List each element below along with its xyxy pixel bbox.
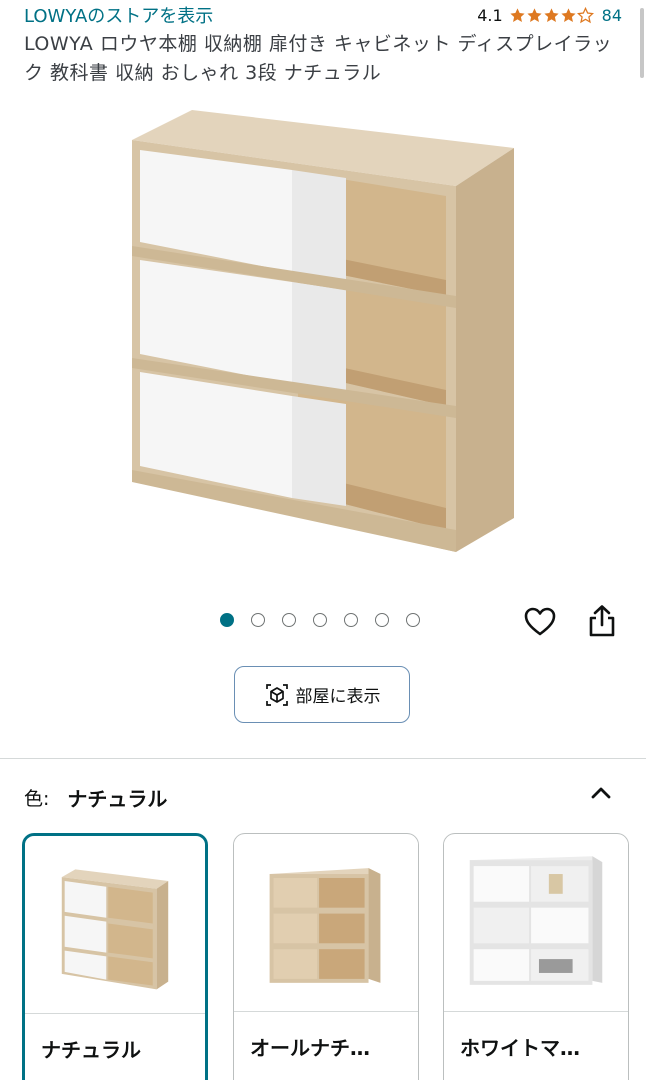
star-full-icon <box>544 7 559 22</box>
rating-stars <box>509 6 594 24</box>
carousel-dot[interactable] <box>375 613 389 627</box>
store-link[interactable]: LOWYAのストアを表示 <box>24 2 213 28</box>
carousel-dots <box>220 613 420 627</box>
swatch-thumbnail <box>444 834 628 1012</box>
ar-cube-icon <box>265 683 288 706</box>
rating-value: 4.1 <box>477 5 503 25</box>
star-empty-icon <box>576 6 594 23</box>
product-title[interactable]: LOWYA ロウヤ本棚 収納棚 扉付き キャビネット ディスプレイラック 教科書… <box>24 30 624 88</box>
view-in-room-button[interactable]: 部屋に表示 <box>234 666 410 723</box>
view-in-room-label: 部屋に表示 <box>295 687 381 707</box>
rating[interactable]: 4.1 84 <box>477 6 622 25</box>
star-full-icon <box>561 7 576 22</box>
color-selector-header[interactable]: 色: ナチュラル <box>24 780 624 814</box>
swatch-thumbnail <box>25 838 205 1014</box>
scrollbar[interactable] <box>640 8 644 78</box>
star-full-icon <box>527 7 542 22</box>
carousel-dot[interactable] <box>344 613 358 627</box>
swatch-label: オールナチ… <box>250 1036 370 1060</box>
carousel-dot[interactable] <box>220 613 234 627</box>
color-swatch-natural[interactable]: ナチュラル <box>22 833 208 1080</box>
carousel-dot[interactable] <box>251 613 265 627</box>
share-icon[interactable] <box>586 604 618 638</box>
chevron-up-icon[interactable] <box>588 782 614 804</box>
star-full-icon <box>510 7 525 22</box>
color-swatch-all-natural[interactable]: オールナチ… <box>233 833 419 1080</box>
heart-outline-icon[interactable] <box>523 606 557 638</box>
section-divider <box>0 758 646 759</box>
swatch-label: ナチュラル <box>41 1038 141 1062</box>
swatch-label: ホワイトマ… <box>460 1036 580 1060</box>
color-swatch-white[interactable]: ホワイトマ… <box>443 833 629 1080</box>
carousel-dot[interactable] <box>406 613 420 627</box>
review-count: 84 <box>601 5 622 25</box>
carousel-dot[interactable] <box>313 613 327 627</box>
swatch-thumbnail <box>234 834 418 1012</box>
product-image[interactable] <box>100 100 540 570</box>
store-rating-row: LOWYAのストアを表示 4.1 84 <box>24 2 622 28</box>
color-label: 色: <box>24 787 50 810</box>
carousel-dot[interactable] <box>282 613 296 627</box>
selected-color: ナチュラル <box>67 786 168 811</box>
